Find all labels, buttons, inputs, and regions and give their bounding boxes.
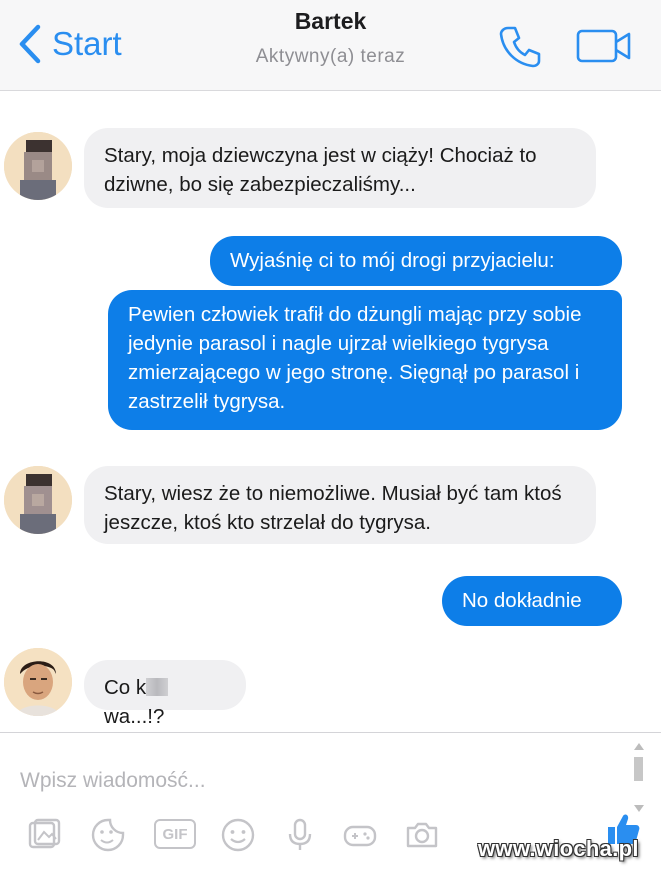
- voice-button[interactable]: [282, 817, 318, 853]
- sticker-icon: [91, 818, 125, 852]
- camera-icon: [406, 822, 438, 848]
- gamepad-icon: [343, 825, 377, 847]
- scroll-up-arrow-icon[interactable]: [634, 743, 644, 750]
- microphone-icon: [288, 818, 312, 850]
- gif-button[interactable]: GIF: [154, 819, 196, 849]
- conversation-header: Start Bartek Aktywny(a) teraz: [0, 0, 661, 91]
- incoming-message[interactable]: Stary, wiesz że to niemożliwe. Musiał by…: [84, 466, 596, 544]
- video-call-button[interactable]: [576, 28, 632, 64]
- contact-avatar[interactable]: [4, 466, 72, 534]
- call-button[interactable]: [496, 22, 544, 70]
- message-text-start: Co k: [104, 676, 147, 699]
- incoming-message[interactable]: Co k wa...!?: [84, 660, 246, 728]
- contact-name[interactable]: Bartek: [0, 8, 661, 35]
- outgoing-message[interactable]: Pewien człowiek trafił do dżungli mając …: [108, 290, 622, 430]
- input-scrollbar[interactable]: [630, 739, 646, 819]
- active-status: Aktywny(a) teraz: [255, 46, 406, 67]
- emoji-button[interactable]: [220, 817, 256, 853]
- contact-avatar[interactable]: [4, 132, 72, 200]
- message-text-end: wa...!?: [104, 705, 165, 728]
- site-watermark: www.wiocha.pl: [478, 836, 639, 861]
- games-button[interactable]: [342, 817, 378, 853]
- censor-blur: [146, 678, 169, 696]
- photo-button[interactable]: [26, 817, 62, 853]
- emoji-icon: [221, 818, 255, 852]
- outgoing-message[interactable]: Wyjaśnię ci to mój drogi przyjacielu:: [210, 236, 622, 286]
- video-camera-icon: [576, 29, 631, 63]
- gif-icon: GIF: [162, 825, 188, 843]
- camera-button[interactable]: [404, 817, 440, 853]
- phone-icon: [499, 26, 541, 68]
- image-icon: [28, 818, 61, 849]
- scroll-thumb[interactable]: [634, 757, 643, 781]
- message-input[interactable]: Wpisz wiadomość...: [20, 769, 206, 793]
- incoming-message[interactable]: Stary, moja dziewczyna jest w ciąży! Cho…: [84, 128, 596, 208]
- sticker-button[interactable]: [90, 817, 126, 853]
- contact-avatar[interactable]: [4, 648, 72, 716]
- outgoing-message[interactable]: No dokładnie: [442, 576, 622, 626]
